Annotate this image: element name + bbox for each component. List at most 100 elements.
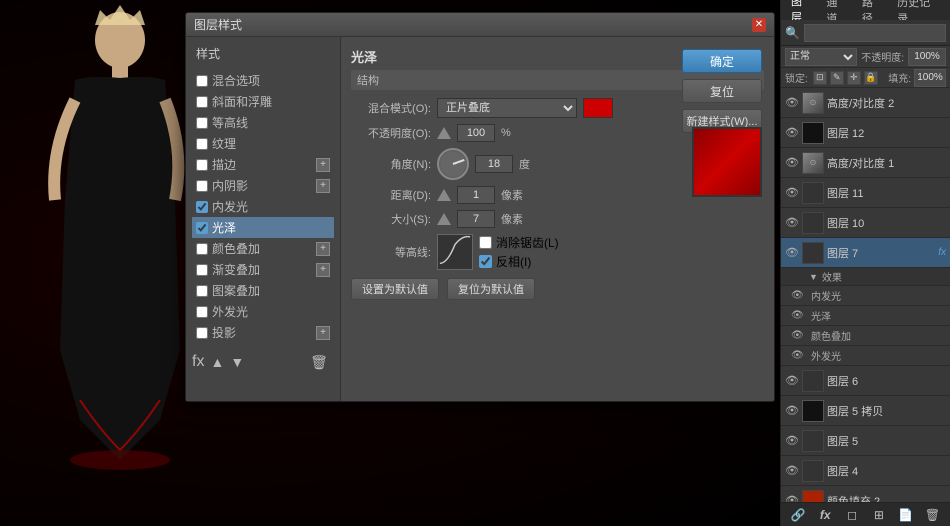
effect-visibility-satin-effect[interactable]: 👁: [791, 310, 803, 322]
opacity-input[interactable]: [457, 124, 495, 142]
layer-visibility-layer6[interactable]: 👁: [785, 374, 799, 388]
style-checkbox-gradient-overlay[interactable]: [196, 264, 208, 276]
distance-slider[interactable]: [437, 189, 451, 201]
lock-position-icon[interactable]: ✛: [847, 71, 861, 85]
anti-alias-row[interactable]: 消除锯齿(L): [479, 234, 559, 251]
style-checkbox-inner-glow[interactable]: [196, 201, 208, 213]
layer-visibility-layer11[interactable]: 👁: [785, 186, 799, 200]
add-btn-stroke[interactable]: +: [316, 158, 330, 172]
style-checkbox-pattern-overlay[interactable]: [196, 285, 208, 297]
add-btn-inner-shadow[interactable]: +: [316, 179, 330, 193]
link-layers-icon[interactable]: 🔗: [789, 506, 807, 524]
anti-alias-checkbox[interactable]: [479, 236, 492, 249]
style-item-inner-shadow[interactable]: 内阴影+: [192, 175, 334, 196]
style-item-color-overlay[interactable]: 颜色叠加+: [192, 238, 334, 259]
layer-item-layer4[interactable]: 👁图层 4: [781, 456, 950, 486]
layer-visibility-adjustment2[interactable]: 👁: [785, 156, 799, 170]
effect-visibility-inner-glow-effect[interactable]: 👁: [791, 290, 803, 302]
style-checkbox-texture[interactable]: [196, 138, 208, 150]
reset-default-button[interactable]: 复位为默认值: [447, 278, 535, 300]
style-item-texture[interactable]: 纹理: [192, 133, 334, 154]
style-item-outer-glow[interactable]: 外发光: [192, 301, 334, 322]
layer-visibility-layer7[interactable]: 👁: [785, 246, 799, 260]
distance-input[interactable]: [457, 186, 495, 204]
layer-visibility-adjustment1[interactable]: 👁: [785, 96, 799, 110]
style-item-gradient-overlay[interactable]: 渐变叠加+: [192, 259, 334, 280]
style-checkbox-drop-shadow[interactable]: [196, 327, 208, 339]
style-checkbox-satin[interactable]: [196, 222, 208, 234]
down-icon[interactable]: ▼: [230, 354, 244, 370]
style-item-bevel[interactable]: 斜面和浮雕: [192, 91, 334, 112]
style-item-blend-options[interactable]: 混合选项: [192, 70, 334, 91]
delete-icon[interactable]: 🗑: [310, 354, 328, 371]
layer-item-layer11[interactable]: 👁图层 11: [781, 178, 950, 208]
reset-button[interactable]: 复位: [682, 79, 762, 103]
layer-visibility-layer12[interactable]: 👁: [785, 126, 799, 140]
add-btn-gradient-overlay[interactable]: +: [316, 263, 330, 277]
invert-row[interactable]: 反相(I): [479, 253, 559, 270]
layer-item-layer12[interactable]: 👁图层 12: [781, 118, 950, 148]
effect-item-inner-glow-effect[interactable]: 👁内发光: [781, 286, 950, 306]
layer-visibility-layer10[interactable]: 👁: [785, 216, 799, 230]
style-checkbox-bevel[interactable]: [196, 96, 208, 108]
style-item-drop-shadow[interactable]: 投影+: [192, 322, 334, 343]
add-btn-drop-shadow[interactable]: +: [316, 326, 330, 340]
style-item-stroke[interactable]: 描边+: [192, 154, 334, 175]
lock-all-icon[interactable]: 🔒: [864, 71, 878, 85]
layer-item-layer6[interactable]: 👁图层 6: [781, 366, 950, 396]
layer-item-fill2[interactable]: 👁颜色填充 2: [781, 486, 950, 502]
style-checkbox-outer-glow[interactable]: [196, 306, 208, 318]
size-slider[interactable]: [437, 213, 451, 225]
delete-layer-icon[interactable]: 🗑: [924, 506, 942, 524]
layer-item-layer5[interactable]: 👁图层 5: [781, 426, 950, 456]
opacity-input-layers[interactable]: [908, 48, 946, 66]
style-checkbox-inner-shadow[interactable]: [196, 180, 208, 192]
color-swatch[interactable]: [583, 98, 613, 118]
style-checkbox-stroke[interactable]: [196, 159, 208, 171]
lock-transparent-icon[interactable]: ⊡: [813, 71, 827, 85]
effect-item-color-overlay-effect[interactable]: 👁颜色叠加: [781, 326, 950, 346]
effect-item-satin-effect[interactable]: 👁光泽: [781, 306, 950, 326]
layer-item-layer5-copy[interactable]: 👁图层 5 拷贝: [781, 396, 950, 426]
dialog-close-button[interactable]: ✕: [752, 18, 766, 32]
contour-preview[interactable]: [437, 234, 473, 270]
blend-mode-select[interactable]: 正片叠底: [437, 98, 577, 118]
layer-visibility-layer5-copy[interactable]: 👁: [785, 404, 799, 418]
style-item-contour-bevel[interactable]: 等高线: [192, 112, 334, 133]
add-btn-color-overlay[interactable]: +: [316, 242, 330, 256]
effect-item-outer-glow-effect[interactable]: 👁外发光: [781, 346, 950, 366]
style-item-inner-glow[interactable]: 内发光: [192, 196, 334, 217]
layer-search-input[interactable]: [804, 24, 946, 42]
style-checkbox-contour-bevel[interactable]: [196, 117, 208, 129]
layer-visibility-fill2[interactable]: 👁: [785, 494, 799, 503]
set-default-button[interactable]: 设置为默认值: [351, 278, 439, 300]
ok-button[interactable]: 确定: [682, 49, 762, 73]
layer-visibility-layer4[interactable]: 👁: [785, 464, 799, 478]
new-fill-layer-icon[interactable]: ⊞: [870, 506, 888, 524]
layer-blend-select[interactable]: 正常: [785, 48, 857, 66]
add-mask-icon[interactable]: ◻: [843, 506, 861, 524]
search-icon[interactable]: 🔍: [785, 25, 800, 41]
layer-item-adjustment1[interactable]: 👁⊙高度/对比度 2: [781, 88, 950, 118]
style-item-pattern-overlay[interactable]: 图案叠加: [192, 280, 334, 301]
new-layer-icon[interactable]: 📄: [897, 506, 915, 524]
add-fx-icon[interactable]: fx: [816, 506, 834, 524]
invert-checkbox[interactable]: [479, 255, 492, 268]
layer-item-layer7[interactable]: 👁图层 7fx: [781, 238, 950, 268]
up-icon[interactable]: ▲: [210, 354, 224, 370]
effect-visibility-color-overlay-effect[interactable]: 👁: [791, 330, 803, 342]
opacity-slider[interactable]: [437, 127, 451, 139]
angle-input[interactable]: [475, 155, 513, 173]
fx-icon[interactable]: fx: [192, 353, 204, 371]
angle-dial[interactable]: [437, 148, 469, 180]
size-input[interactable]: [457, 210, 495, 228]
style-checkbox-blend-options[interactable]: [196, 75, 208, 87]
lock-image-icon[interactable]: ✎: [830, 71, 844, 85]
layer-item-layer10[interactable]: 👁图层 10: [781, 208, 950, 238]
layer-item-adjustment2[interactable]: 👁⊙高度/对比度 1: [781, 148, 950, 178]
fill-input[interactable]: [914, 69, 946, 87]
style-item-satin[interactable]: 光泽: [192, 217, 334, 238]
layer-visibility-layer5[interactable]: 👁: [785, 434, 799, 448]
effect-visibility-outer-glow-effect[interactable]: 👁: [791, 350, 803, 362]
style-checkbox-color-overlay[interactable]: [196, 243, 208, 255]
